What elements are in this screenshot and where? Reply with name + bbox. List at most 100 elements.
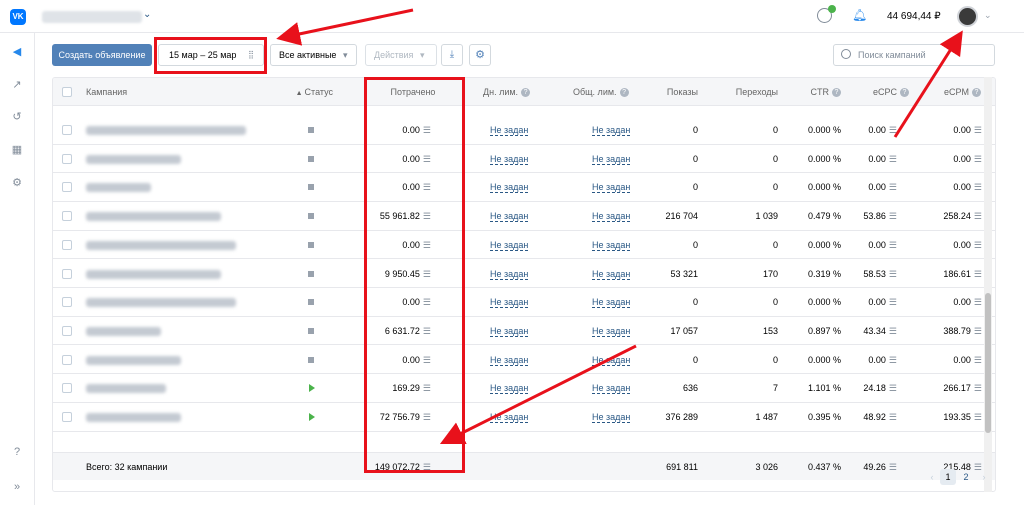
total-limit-link[interactable]: Не задан bbox=[592, 268, 631, 280]
campaign-name-blurred[interactable] bbox=[86, 413, 181, 422]
download-icon[interactable]: ⤓ bbox=[441, 44, 463, 66]
daily-limit-cell[interactable]: Не задан bbox=[490, 260, 529, 288]
total-limit-link[interactable]: Не задан bbox=[592, 153, 631, 165]
col-ecpc[interactable]: eCPC? bbox=[853, 78, 909, 106]
total-limit-cell[interactable]: Не задан bbox=[592, 374, 631, 402]
total-limit-cell[interactable]: Не задан bbox=[592, 346, 631, 374]
row-checkbox[interactable] bbox=[62, 412, 72, 422]
stats-icon[interactable]: ↗ bbox=[10, 78, 24, 92]
total-limit-link[interactable]: Не задан bbox=[592, 325, 631, 337]
expand-icon[interactable]: » bbox=[10, 480, 24, 494]
help-icon[interactable]: ? bbox=[972, 88, 981, 98]
prev-page-button[interactable]: ‹ bbox=[924, 469, 940, 485]
total-limit-cell[interactable]: Не задан bbox=[592, 288, 631, 316]
stop-status-icon[interactable] bbox=[308, 241, 314, 248]
apps-icon[interactable]: ▦ bbox=[10, 143, 24, 157]
help-icon[interactable]: ? bbox=[619, 88, 629, 98]
col-clicks[interactable]: Переходы bbox=[723, 78, 778, 106]
total-limit-link[interactable]: Не задан bbox=[592, 239, 631, 251]
table-row[interactable]: 0.00 ☰ Не задан Не задан 0 0 0.000 % 0.00 ☰ 0.00 ☰ bbox=[53, 173, 995, 202]
row-checkbox[interactable] bbox=[62, 239, 72, 250]
page-2-button[interactable]: 2 bbox=[958, 469, 974, 485]
help-icon[interactable]: ? bbox=[900, 88, 909, 98]
row-checkbox[interactable] bbox=[62, 325, 72, 336]
table-row[interactable]: 0.00 ☰ Не задан Не задан 0 0 0.000 % 0.00 ☰ 0.00 ☰ bbox=[53, 230, 995, 260]
table-row[interactable]: 55 961.82 ☰ Не задан Не задан 216 704 1 039 0.… bbox=[53, 202, 995, 231]
row-checkbox[interactable] bbox=[62, 211, 72, 222]
gear-icon[interactable]: ⚙ bbox=[10, 176, 24, 190]
vertical-scrollbar[interactable] bbox=[984, 77, 992, 492]
row-checkbox[interactable] bbox=[62, 383, 72, 394]
daily-limit-cell[interactable]: Не задан bbox=[490, 317, 529, 345]
campaign-name-blurred[interactable] bbox=[86, 355, 181, 365]
undo-icon[interactable]: ↺ bbox=[10, 110, 24, 124]
play-status-icon[interactable] bbox=[309, 384, 315, 393]
total-limit-link[interactable]: Не задан bbox=[592, 412, 631, 423]
total-limit-cell[interactable]: Не задан bbox=[592, 173, 631, 201]
table-row[interactable]: 72 756.79 ☰ Не задан Не задан 376 289 1 487 0.… bbox=[53, 403, 995, 432]
row-checkbox[interactable] bbox=[62, 268, 72, 279]
campaign-name-blurred[interactable] bbox=[86, 126, 246, 135]
scrollbar-thumb[interactable] bbox=[985, 293, 991, 433]
daily-limit-cell[interactable]: Не задан bbox=[490, 145, 529, 173]
help-icon[interactable]: ? bbox=[10, 445, 24, 459]
stop-status-icon[interactable] bbox=[308, 155, 314, 162]
total-limit-cell[interactable]: Не задан bbox=[592, 202, 631, 230]
daily-limit-link[interactable]: Не задан bbox=[490, 211, 529, 223]
avatar[interactable] bbox=[957, 6, 978, 27]
table-row[interactable]: 6 631.72 ☰ Не задан Не задан 17 057 153 0.897 … bbox=[53, 316, 995, 346]
page-1-button[interactable]: 1 bbox=[940, 469, 956, 485]
chevron-down-icon[interactable]: ⌄ bbox=[984, 10, 992, 21]
campaign-name-blurred[interactable] bbox=[86, 154, 181, 164]
campaign-name-blurred[interactable] bbox=[86, 269, 221, 279]
col-ctr[interactable]: CTR? bbox=[793, 78, 841, 106]
daily-limit-link[interactable]: Не задан bbox=[490, 383, 529, 395]
table-row[interactable]: 0.00 ☰ Не задан Не задан 0 0 0.000 % 0.00 ☰ 0.00 ☰ bbox=[53, 144, 995, 174]
daily-limit-link[interactable]: Не задан bbox=[490, 412, 529, 423]
daily-limit-cell[interactable]: Не задан bbox=[490, 288, 529, 316]
total-limit-cell[interactable]: Не задан bbox=[592, 317, 631, 345]
row-checkbox[interactable] bbox=[62, 153, 72, 164]
campaign-name-blurred[interactable] bbox=[86, 298, 236, 308]
chevron-down-icon[interactable]: ⌄ bbox=[143, 9, 151, 20]
row-checkbox[interactable] bbox=[62, 354, 72, 365]
daily-limit-link[interactable]: Не задан bbox=[490, 239, 529, 251]
total-limit-cell[interactable]: Не задан bbox=[592, 231, 631, 259]
stop-status-icon[interactable] bbox=[308, 327, 314, 334]
daily-limit-link[interactable]: Не задан bbox=[490, 354, 529, 366]
total-limit-cell[interactable]: Не задан bbox=[592, 260, 631, 288]
total-limit-link[interactable]: Не задан bbox=[592, 354, 631, 366]
daily-limit-cell[interactable]: Не задан bbox=[490, 374, 529, 402]
daily-limit-cell[interactable]: Не задан bbox=[490, 202, 529, 230]
row-checkbox[interactable] bbox=[62, 182, 72, 193]
col-impressions[interactable]: Показы bbox=[653, 78, 698, 106]
search-input[interactable]: Поиск кампаний bbox=[833, 44, 995, 66]
table-row[interactable]: 9 950.45 ☰ Не задан Не задан 53 321 170 0.319 … bbox=[53, 259, 995, 288]
settings-icon[interactable]: ⚙ bbox=[469, 44, 491, 66]
stop-status-icon[interactable] bbox=[308, 356, 314, 363]
row-checkbox[interactable] bbox=[62, 297, 72, 308]
campaign-name-blurred[interactable] bbox=[86, 212, 221, 222]
daily-limit-cell[interactable]: Не задан bbox=[490, 116, 529, 144]
col-ecpm[interactable]: eCPM? bbox=[923, 78, 981, 106]
col-campaign[interactable]: Кампания bbox=[86, 78, 127, 106]
campaign-name-blurred[interactable] bbox=[86, 384, 166, 394]
col-daily-limit[interactable]: Дн. лим.? bbox=[483, 78, 531, 106]
stop-status-icon[interactable] bbox=[308, 127, 314, 133]
total-limit-cell[interactable]: Не задан bbox=[592, 403, 631, 431]
select-all-checkbox[interactable] bbox=[62, 87, 72, 97]
help-icon[interactable]: ? bbox=[521, 88, 531, 98]
total-limit-cell[interactable]: Не задан bbox=[592, 116, 631, 144]
row-checkbox[interactable] bbox=[62, 125, 72, 135]
daily-limit-link[interactable]: Не задан bbox=[490, 182, 529, 194]
megaphone-icon[interactable]: ◀ bbox=[10, 45, 24, 59]
balance[interactable]: 44 694,44 ₽ bbox=[887, 11, 941, 22]
daily-limit-link[interactable]: Не задан bbox=[490, 153, 529, 165]
total-limit-link[interactable]: Не задан bbox=[592, 297, 631, 309]
create-ad-button[interactable]: Создать объявление bbox=[52, 44, 152, 66]
next-page-button[interactable]: › bbox=[976, 469, 992, 485]
campaign-name-blurred[interactable] bbox=[86, 326, 161, 336]
daily-limit-cell[interactable]: Не задан bbox=[490, 231, 529, 259]
col-total-limit[interactable]: Общ. лим.? bbox=[573, 78, 629, 106]
daily-limit-cell[interactable]: Не задан bbox=[490, 403, 529, 431]
